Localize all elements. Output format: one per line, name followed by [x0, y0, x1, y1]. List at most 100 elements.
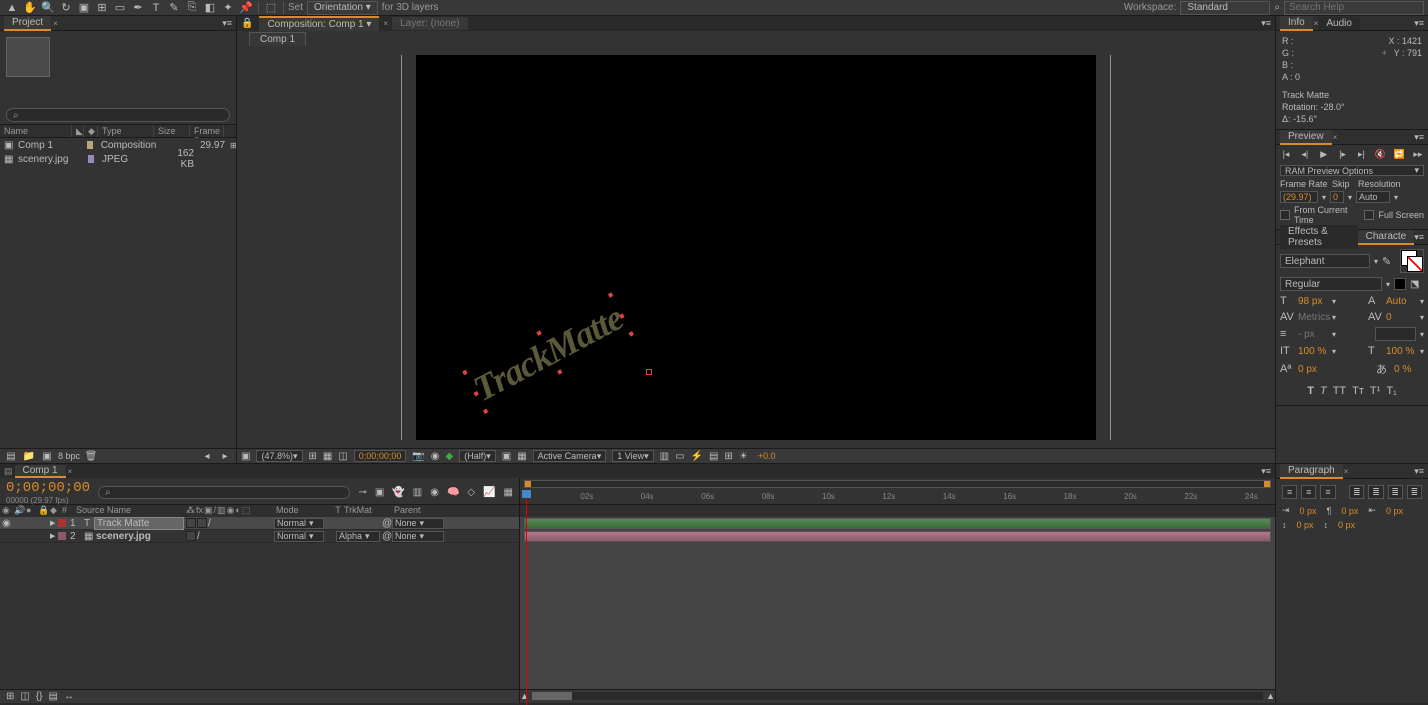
col-label-icon[interactable]: ◣ — [72, 125, 84, 137]
always-preview-icon[interactable]: ▣ — [241, 451, 250, 462]
indent-first-input[interactable]: 0 px — [1341, 506, 1358, 516]
pen-tool-icon[interactable]: ✒ — [130, 1, 146, 15]
justify-all-button[interactable]: ≣ — [1407, 485, 1422, 499]
graph-toggle-icon[interactable]: ▦ — [504, 487, 513, 498]
brainstorm-icon[interactable]: 🧠 — [447, 487, 459, 498]
first-frame-icon[interactable]: |◂ — [1279, 148, 1293, 160]
channel-icon[interactable]: ◉ — [431, 451, 440, 462]
current-time[interactable]: 0;00;00;00 — [354, 450, 407, 462]
justify-left-button[interactable]: ≣ — [1349, 485, 1364, 499]
project-item[interactable]: ▣ Comp 1 Composition 29.97 ⊞ — [0, 138, 236, 152]
nav-handle-right[interactable] — [1264, 481, 1270, 487]
nav-handle-left[interactable] — [525, 481, 531, 487]
puppet-tool-icon[interactable]: 📌 — [238, 1, 254, 15]
comp-mini-flowchart-icon[interactable]: ⊸ — [358, 487, 366, 498]
bold-button[interactable]: T — [1307, 385, 1314, 397]
align-center-button[interactable]: ≡ — [1301, 485, 1316, 499]
col-visibility-icon[interactable]: ◉ — [2, 505, 14, 517]
toggle-switches-icon[interactable]: ⊞ — [6, 691, 14, 702]
close-icon[interactable]: × — [68, 467, 73, 476]
kerning-input[interactable]: Metrics — [1298, 312, 1328, 323]
col-size[interactable]: Size — [154, 125, 190, 137]
layer-bar[interactable] — [524, 531, 1271, 542]
paragraph-tab[interactable]: Paragraph — [1280, 464, 1343, 479]
resolution-input[interactable]: Auto — [1356, 191, 1390, 203]
panel-menu-icon[interactable]: ▾≡ — [1261, 466, 1271, 477]
close-icon[interactable]: × — [53, 19, 58, 28]
new-comp-icon[interactable]: ▣ — [40, 450, 54, 462]
reset-colors-icon[interactable]: ⬔ — [1410, 279, 1424, 290]
layer-bar[interactable] — [524, 518, 1271, 529]
grid-icon[interactable]: ▦ — [323, 451, 332, 462]
next-frame-icon[interactable]: |▸ — [1336, 148, 1350, 160]
info-tab[interactable]: Info — [1280, 16, 1313, 31]
layer-name[interactable]: Track Matte — [94, 517, 184, 530]
toggle-stretch-icon[interactable]: ↔ — [64, 691, 74, 702]
close-icon[interactable]: × — [383, 19, 388, 28]
panel-menu-icon[interactable]: ▾≡ — [1414, 18, 1424, 29]
space-before-input[interactable]: 0 px — [1297, 520, 1314, 530]
superscript-button[interactable]: T¹ — [1370, 385, 1380, 397]
panel-menu-icon[interactable]: ▾≡ — [1261, 18, 1271, 29]
auto-keyframe-icon[interactable]: ◇ — [467, 487, 475, 498]
workspace-dropdown[interactable]: Standard — [1180, 1, 1270, 15]
snapshot-icon[interactable]: 📷 — [412, 451, 424, 462]
eraser-tool-icon[interactable]: ◧ — [202, 1, 218, 15]
space-after-input[interactable]: 0 px — [1338, 520, 1355, 530]
parent-dropdown[interactable]: None▾ — [392, 531, 444, 542]
flowchart-icon[interactable]: ⊞ — [230, 141, 237, 150]
exposure-value[interactable]: +0.0 — [754, 450, 780, 462]
ram-preview-icon[interactable]: ▸▸ — [1411, 148, 1425, 160]
swap-colors-icon[interactable] — [1394, 278, 1406, 290]
fast-preview-icon[interactable]: ⚡ — [691, 451, 703, 462]
handle-mr[interactable] — [619, 313, 624, 318]
project-tab[interactable]: Project — [4, 16, 51, 31]
hand-tool-icon[interactable]: ✋ — [22, 1, 38, 15]
scroll-right-icon[interactable]: ▸ — [218, 450, 232, 462]
comp-lock-icon[interactable]: 🔒 — [241, 18, 253, 29]
layer-row[interactable]: ◉ ▶ 1 T Track Matte / Normal▾ @ None▾ — [0, 517, 519, 530]
project-thumbnail[interactable] — [6, 37, 50, 77]
col-label-icon[interactable]: ◆ — [50, 505, 62, 517]
project-search-input[interactable]: ⌕ — [6, 108, 230, 122]
graph-editor-icon[interactable]: 📈 — [483, 487, 495, 498]
play-icon[interactable]: ▶ — [1317, 148, 1331, 160]
toggle-in-out-icon[interactable]: {} — [36, 691, 43, 702]
roi-icon[interactable]: ▣ — [502, 451, 511, 462]
twirl-icon[interactable]: ▶ — [50, 532, 55, 540]
layer-tab[interactable]: Layer: (none) — [392, 17, 467, 30]
panel-menu-icon[interactable]: ▾≡ — [222, 18, 232, 29]
preview-tab[interactable]: Preview — [1280, 130, 1332, 145]
motion-blur-icon[interactable]: ◉ — [430, 487, 439, 498]
new-folder-icon[interactable]: 📁 — [22, 450, 36, 462]
color-swatch[interactable] — [1400, 249, 1424, 273]
flowchart-icon[interactable]: ⊞ — [724, 451, 732, 462]
timeline-tab[interactable]: Comp 1 — [15, 465, 66, 478]
view-layout-icon[interactable]: ▥ — [660, 451, 669, 462]
render-queue-icon[interactable]: ▤ — [4, 466, 13, 477]
handle-br[interactable] — [628, 331, 633, 336]
interpret-footage-icon[interactable]: ▤ — [4, 450, 18, 462]
timeline-track-area[interactable] — [520, 517, 1275, 689]
col-swatch[interactable]: ◆ — [84, 125, 98, 137]
scroll-left-icon[interactable]: ◂ — [200, 450, 214, 462]
timeline-icon[interactable]: ▤ — [709, 451, 718, 462]
search-help-input[interactable] — [1284, 1, 1424, 15]
font-size-input[interactable]: 98 px — [1298, 296, 1328, 307]
leading-input[interactable]: Auto — [1386, 296, 1416, 307]
toggle-modes-icon[interactable]: ◫ — [20, 691, 29, 702]
panel-menu-icon[interactable]: ▾≡ — [1414, 232, 1424, 243]
col-parent[interactable]: Parent — [394, 505, 454, 517]
frame-blend-icon[interactable]: ▥ — [413, 487, 422, 498]
pan-behind-tool-icon[interactable]: ⊞ — [94, 1, 110, 15]
loop-icon[interactable]: 🔁 — [1392, 148, 1406, 160]
mask-toggle-icon[interactable]: ◫ — [338, 451, 347, 462]
zoom-dropdown[interactable]: (47.8%) ▾ — [256, 450, 302, 462]
composition-viewer[interactable]: TrackMatte — [237, 46, 1275, 448]
label-color[interactable] — [58, 532, 66, 540]
justify-right-button[interactable]: ≣ — [1388, 485, 1403, 499]
reset-exposure-icon[interactable]: ☀ — [739, 451, 748, 462]
hscale-input[interactable]: 100 % — [1386, 346, 1416, 357]
project-item[interactable]: ▦ scenery.jpg JPEG 162 KB — [0, 152, 236, 166]
col-lock-icon[interactable]: 🔒 — [38, 505, 50, 517]
